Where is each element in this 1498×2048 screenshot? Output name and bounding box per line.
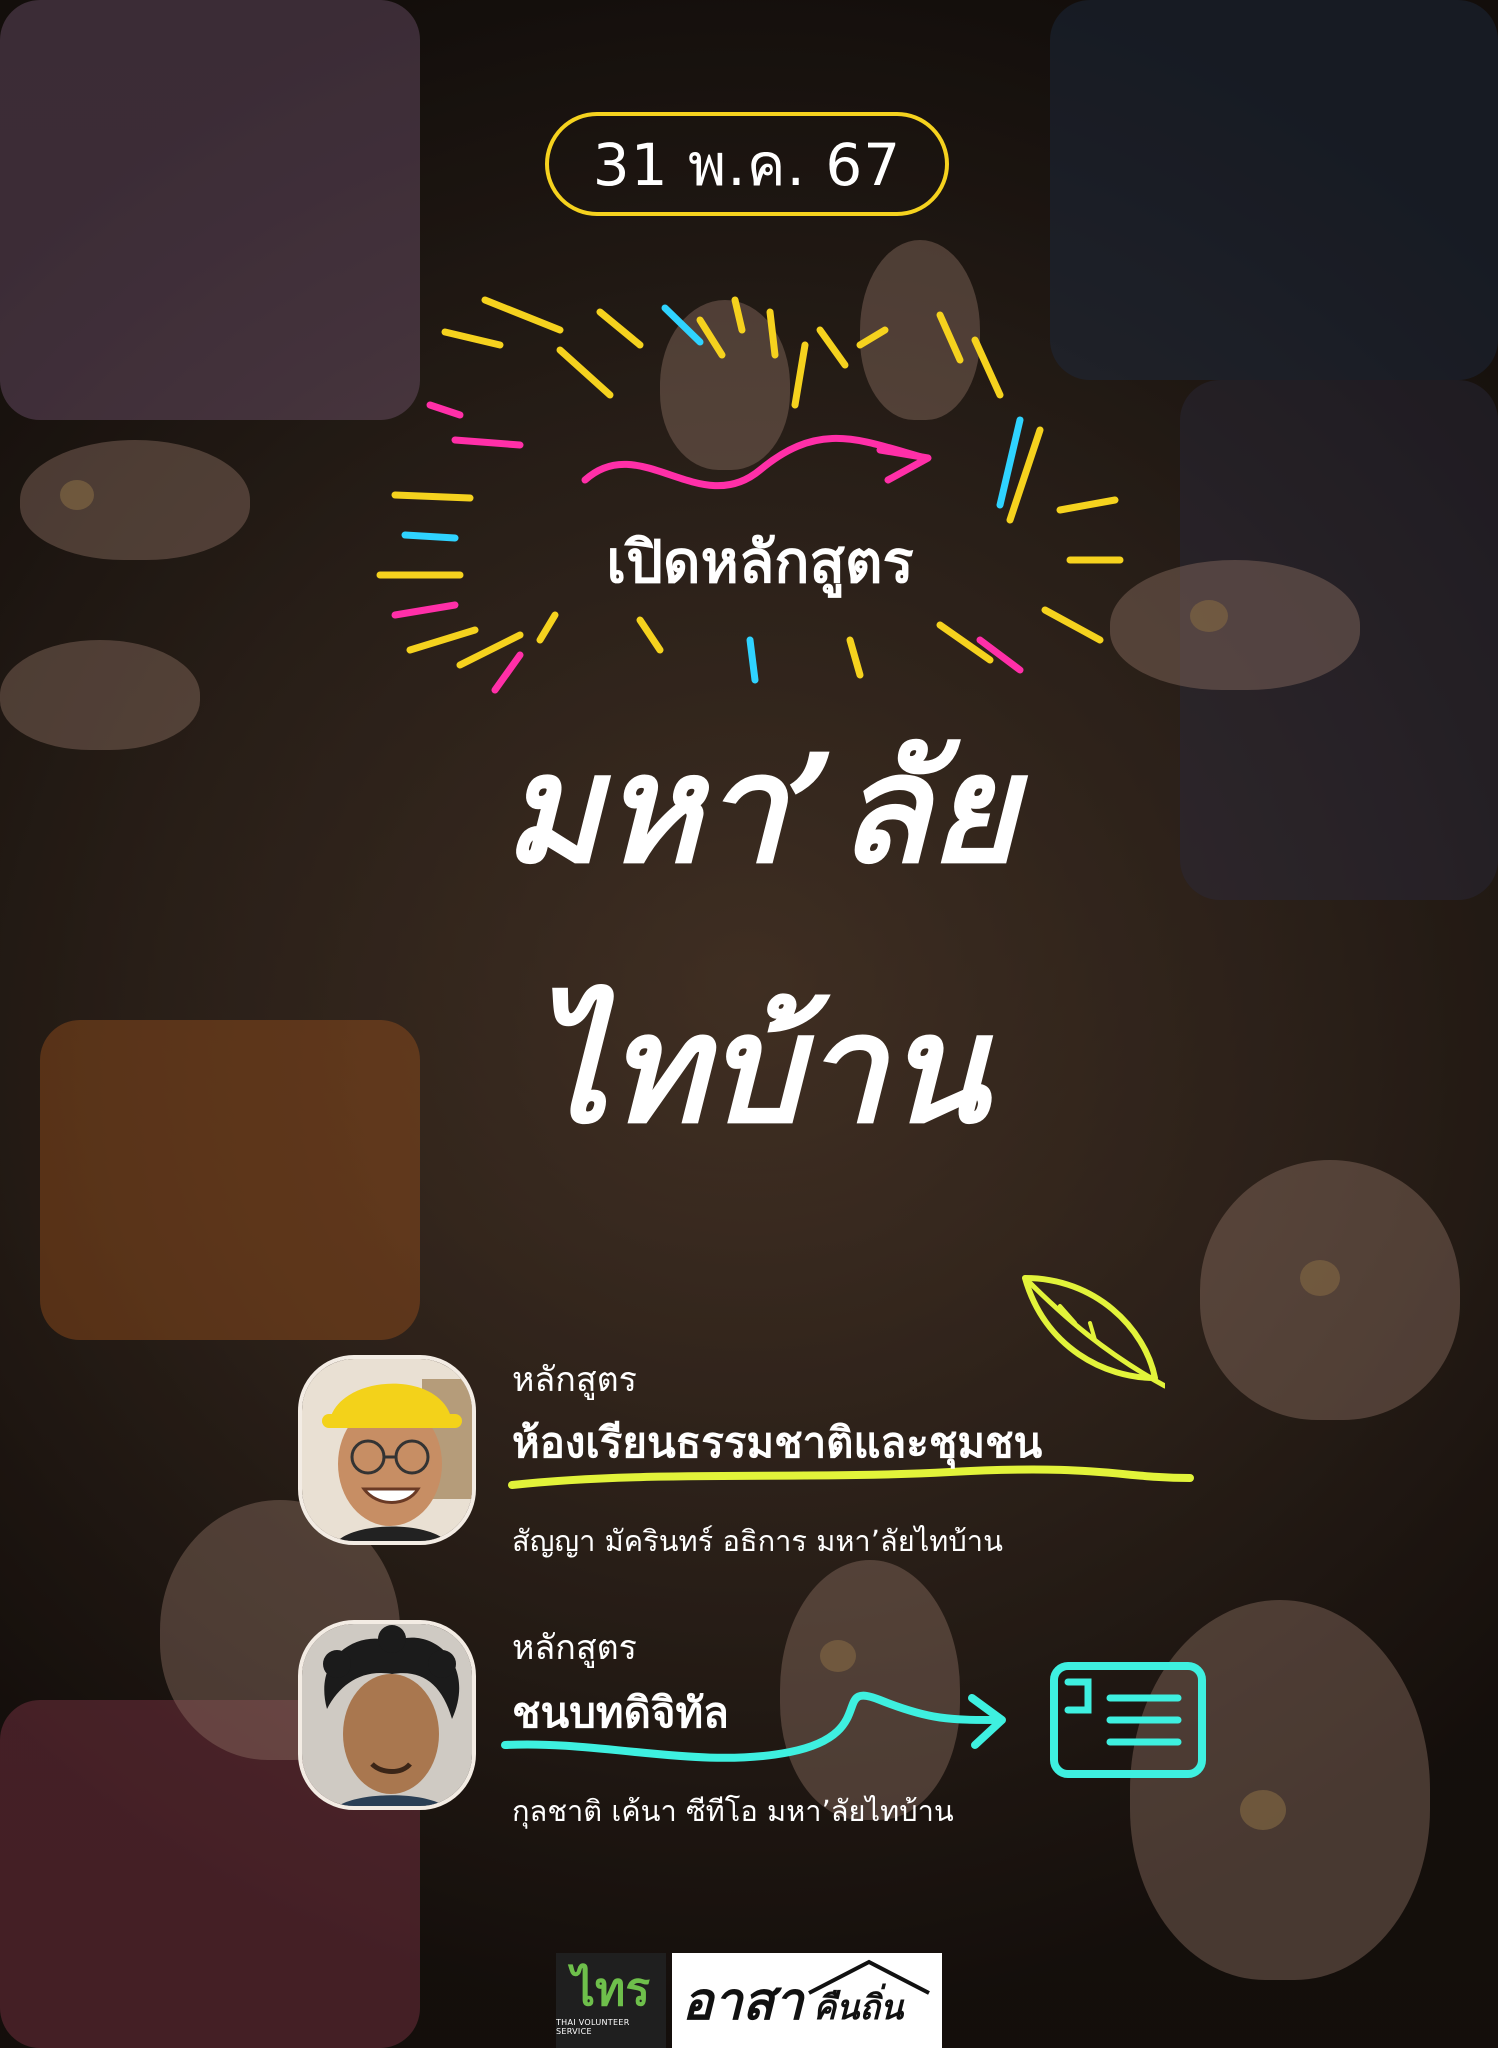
asa-logo: อาสา คืนถิ่น <box>672 1953 942 2048</box>
tvs-logo-subtitle: THAI VOLUNTEER SERVICE <box>556 2017 630 2036</box>
avatar <box>298 1355 476 1545</box>
course-name: ห้องเรียนธรรมชาติและชุมชน <box>512 1418 1043 1467</box>
tvs-logo-mark: ไทร <box>571 1961 651 2016</box>
course-name: ชนบทดิจิทัล <box>512 1688 729 1737</box>
course-label: หลักสูตร <box>512 1628 637 1668</box>
date-badge: 31 พ.ค. 67 <box>545 112 949 216</box>
open-course-heading: เปิดหลักสูตร <box>606 528 914 596</box>
house-roof-icon <box>808 1959 930 1995</box>
asa-logo-text: อาสา <box>682 1971 804 2032</box>
tvs-logo: ไทร THAI VOLUNTEER SERVICE <box>556 1953 666 2048</box>
document-icon <box>1050 1662 1206 1778</box>
leaf-icon <box>1022 1275 1165 1389</box>
avatar <box>298 1620 476 1810</box>
course-label: หลักสูตร <box>512 1360 637 1400</box>
main-title-line-1: มหา’ลัย <box>502 721 1017 897</box>
instructor-name: กุลชาติ เค้นา ซีทีโอ มหา’ลัยไทบ้าน <box>512 1794 954 1828</box>
date-text: 31 พ.ค. 67 <box>592 130 902 199</box>
instructor-name: สัญญา มัครินทร์ อธิการ มหา’ลัยไทบ้าน <box>512 1524 1003 1558</box>
main-title-line-2: ไทบ้าน <box>531 981 989 1157</box>
partner-logos: ไทร THAI VOLUNTEER SERVICE อาสา คืนถิ่น <box>556 1953 942 2048</box>
